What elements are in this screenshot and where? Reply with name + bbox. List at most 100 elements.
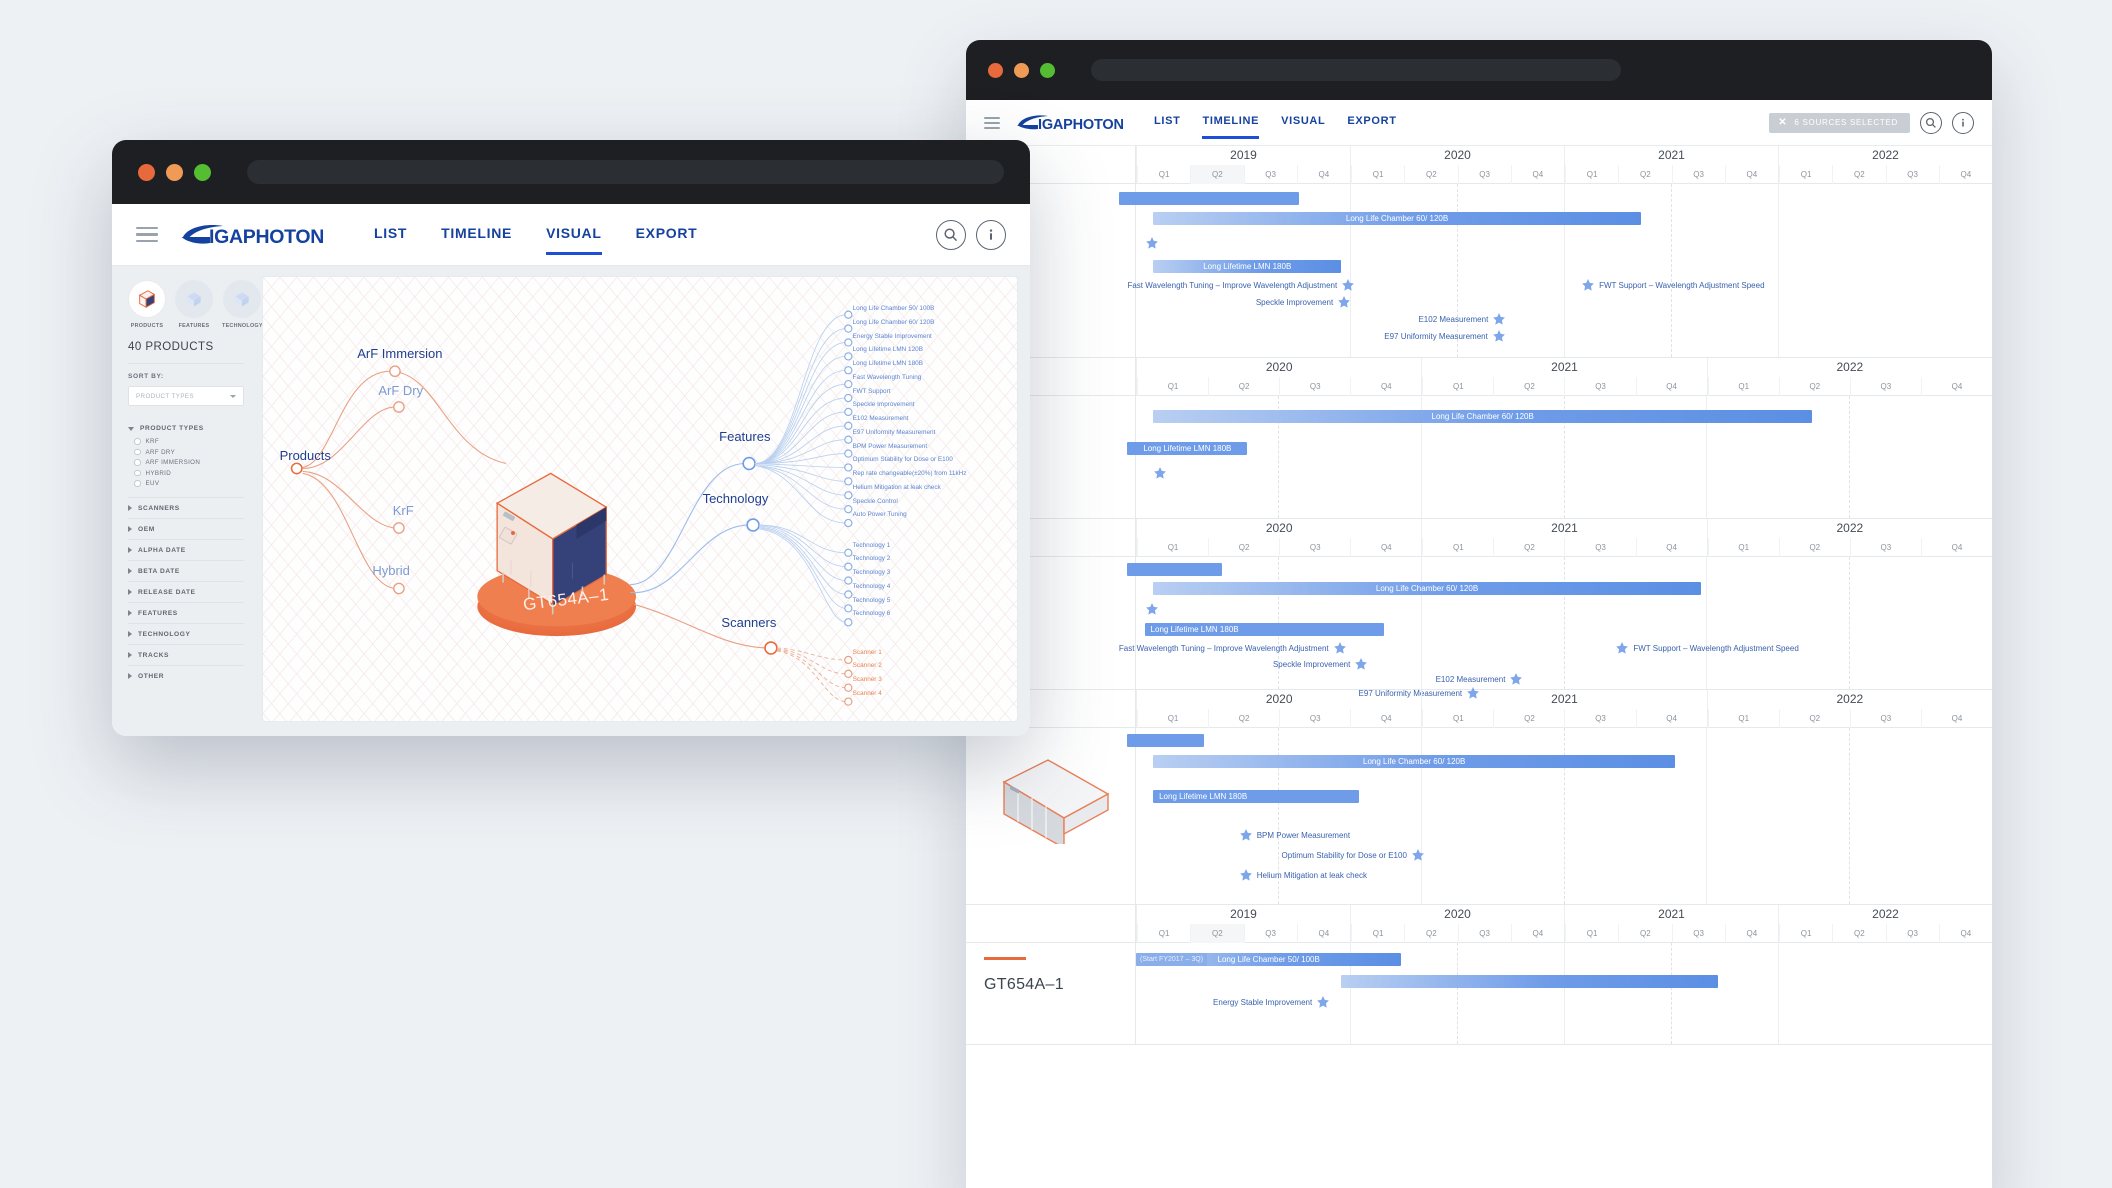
filter-groups[interactable]: PRODUCT TYPES KRF ARF DRY ARF IMMERSION … bbox=[128, 418, 244, 686]
chevron-right-icon[interactable] bbox=[128, 547, 132, 553]
leaf-label-feature[interactable]: Speckle Improvement bbox=[853, 401, 915, 408]
filter-group-tracks[interactable]: TRACKS bbox=[128, 643, 244, 665]
timeline-bar[interactable] bbox=[1118, 192, 1299, 205]
close-button[interactable] bbox=[138, 163, 155, 181]
filter-group-oem[interactable]: OEM bbox=[128, 517, 244, 539]
filter-header[interactable]: BETA DATE bbox=[128, 568, 244, 575]
timeline-plot[interactable]: Long Life Chamber 60/ 120B Long Lifetime… bbox=[1119, 557, 1992, 699]
sort-by-select[interactable]: PRODUCT TYPES bbox=[128, 386, 244, 406]
category-products[interactable]: PRODUCTS bbox=[128, 280, 166, 329]
timeline-bar[interactable]: Long Lifetime LMN 180B bbox=[1127, 442, 1248, 455]
filter-group-features[interactable]: FEATURES bbox=[128, 601, 244, 623]
checkbox-icon[interactable] bbox=[134, 438, 141, 445]
timeline-bar[interactable] bbox=[1341, 975, 1719, 988]
checkbox-icon[interactable] bbox=[134, 459, 141, 466]
chevron-down-icon[interactable] bbox=[128, 426, 134, 431]
search-icon[interactable] bbox=[1920, 111, 1942, 134]
timeline-plot[interactable]: Long Life Chamber 60/ 120B Long Lifetime… bbox=[1118, 184, 1992, 357]
leaf-label-feature[interactable]: E102 Measurement bbox=[853, 415, 909, 422]
sources-selected-chip[interactable]: ✕ 6 SOURCES SELECTED bbox=[1769, 112, 1910, 133]
tab-list[interactable]: LIST bbox=[374, 225, 407, 245]
milestone-star-icon[interactable] bbox=[1153, 466, 1167, 480]
tab-visual[interactable]: VISUAL bbox=[1281, 115, 1325, 131]
filter-header[interactable]: PRODUCT TYPES bbox=[128, 425, 244, 432]
leaf-label-scanner[interactable]: Scanner 4 bbox=[853, 690, 882, 697]
chevron-right-icon[interactable] bbox=[128, 505, 132, 511]
milestone[interactable]: Speckle Improvement bbox=[1273, 657, 1368, 671]
filter-option[interactable]: HYBRID bbox=[134, 470, 244, 477]
info-icon[interactable] bbox=[1952, 111, 1974, 134]
address-bar[interactable] bbox=[1091, 59, 1621, 81]
milestone-star-icon[interactable] bbox=[1509, 672, 1523, 686]
technology-cube-icon[interactable] bbox=[223, 280, 261, 318]
maximize-button[interactable] bbox=[194, 163, 211, 181]
chevron-right-icon[interactable] bbox=[128, 652, 132, 658]
filter-header[interactable]: SCANNERS bbox=[128, 505, 244, 512]
checkbox-icon[interactable] bbox=[134, 448, 141, 456]
tab-visual[interactable]: VISUAL bbox=[546, 225, 602, 255]
leaf-label-technology[interactable]: Technology 3 bbox=[853, 569, 891, 576]
timeline-plot[interactable]: Long Life Chamber 60/ 120B Long Lifetime… bbox=[1127, 728, 1992, 904]
node-label-arf-dry[interactable]: ArF Dry bbox=[378, 383, 423, 398]
chevron-right-icon[interactable] bbox=[128, 631, 132, 637]
milestone-star-icon[interactable] bbox=[1341, 278, 1355, 292]
milestone[interactable]: Energy Stable Improvement bbox=[1213, 995, 1330, 1009]
leaf-label-technology[interactable]: Technology 4 bbox=[853, 583, 891, 590]
leaf-label-technology[interactable]: Technology 6 bbox=[853, 610, 891, 617]
timeline-bar[interactable] bbox=[1127, 563, 1222, 576]
info-icon[interactable] bbox=[976, 219, 1006, 250]
tab-timeline[interactable]: TIMELINE bbox=[1202, 115, 1259, 139]
timeline-plot[interactable]: Long Life Chamber 50/ 100B (Start FY2017… bbox=[1136, 943, 1992, 1044]
leaf-label-scanner[interactable]: Scanner 1 bbox=[853, 649, 882, 656]
milestone[interactable]: FWT Support – Wavelength Adjustment Spee… bbox=[1581, 278, 1765, 292]
feature-cube-icon[interactable] bbox=[175, 280, 213, 318]
timeline-bar[interactable]: Long Lifetime LMN 180B bbox=[1144, 623, 1385, 636]
leaf-label-feature[interactable]: Rep rate changeable(±20%) from 11kHz bbox=[853, 470, 967, 477]
node-label-scanners[interactable]: Scanners bbox=[721, 615, 776, 630]
filter-group-alpha-date[interactable]: ALPHA DATE bbox=[128, 538, 244, 560]
filter-group-technology[interactable]: TECHNOLOGY bbox=[128, 622, 244, 644]
filter-header[interactable]: TECHNOLOGY bbox=[128, 631, 244, 638]
search-icon[interactable] bbox=[936, 219, 966, 250]
filter-option[interactable]: EUV bbox=[134, 480, 244, 487]
node-label-arf-immersion[interactable]: ArF Immersion bbox=[357, 346, 442, 361]
milestone-star-icon[interactable] bbox=[1316, 995, 1330, 1009]
filter-header[interactable]: OTHER bbox=[128, 673, 244, 680]
checkbox-icon[interactable] bbox=[134, 480, 141, 487]
milestone[interactable]: Optimum Stability for Dose or E100 bbox=[1282, 848, 1425, 862]
filter-header[interactable]: OEM bbox=[128, 526, 244, 533]
milestone[interactable]: FWT Support – Wavelength Adjustment Spee… bbox=[1615, 641, 1799, 655]
gigaphoton-logo[interactable]: IGAPHOTON bbox=[180, 223, 332, 247]
leaf-label-technology[interactable]: Technology 1 bbox=[853, 542, 891, 549]
menu-icon[interactable] bbox=[136, 226, 158, 243]
milestone[interactable]: Helium Mitigation at leak check bbox=[1239, 868, 1367, 882]
milestone[interactable]: E102 Measurement bbox=[1418, 312, 1506, 326]
milestone[interactable]: BPM Power Measurement bbox=[1239, 828, 1350, 842]
filter-header[interactable]: RELEASE DATE bbox=[128, 589, 244, 596]
leaf-label-scanner[interactable]: Scanner 3 bbox=[853, 676, 882, 683]
filter-header[interactable]: TRACKS bbox=[128, 652, 244, 659]
leaf-label-feature[interactable]: Optimum Stability for Dose or E100 bbox=[853, 456, 953, 463]
timeline-plot[interactable]: Long Life Chamber 60/ 120B Long Lifetime… bbox=[1127, 396, 1992, 518]
chevron-right-icon[interactable] bbox=[128, 589, 132, 595]
chevron-right-icon[interactable] bbox=[128, 568, 132, 574]
leaf-label-feature[interactable]: Auto Power Tuning bbox=[853, 511, 907, 518]
node-label-hybrid[interactable]: Hybrid bbox=[372, 563, 410, 578]
filter-header[interactable]: ALPHA DATE bbox=[128, 547, 244, 554]
timeline-bar[interactable]: Long Lifetime LMN 180B bbox=[1153, 790, 1359, 803]
tab-list[interactable]: LIST bbox=[1154, 115, 1180, 131]
filter-group-beta-date[interactable]: BETA DATE bbox=[128, 559, 244, 581]
minimize-button[interactable] bbox=[1014, 62, 1029, 78]
leaf-label-feature[interactable]: Fast Wavelength Tuning bbox=[853, 374, 922, 381]
leaf-label-feature[interactable]: Speckle Control bbox=[853, 498, 898, 505]
timeline-bar[interactable]: Long Life Chamber 60/ 120B bbox=[1153, 410, 1813, 423]
filter-group-release-date[interactable]: RELEASE DATE bbox=[128, 580, 244, 602]
chevron-right-icon[interactable] bbox=[128, 526, 132, 532]
timeline-window[interactable]: IGAPHOTON LIST TIMELINE VISUAL EXPORT ✕ … bbox=[966, 40, 1992, 1188]
timeline-bar[interactable]: Long Lifetime LMN 180B bbox=[1153, 260, 1342, 273]
milestone[interactable]: E102 Measurement bbox=[1436, 672, 1524, 686]
leaf-label-feature[interactable]: Long Life Chamber 50/ 100B bbox=[853, 305, 935, 312]
milestone-star-icon[interactable] bbox=[1492, 312, 1506, 326]
filter-group-product-types[interactable]: PRODUCT TYPES KRF ARF DRY ARF IMMERSION … bbox=[128, 418, 244, 497]
leaf-label-feature[interactable]: Energy Stable Improvement bbox=[853, 333, 932, 340]
